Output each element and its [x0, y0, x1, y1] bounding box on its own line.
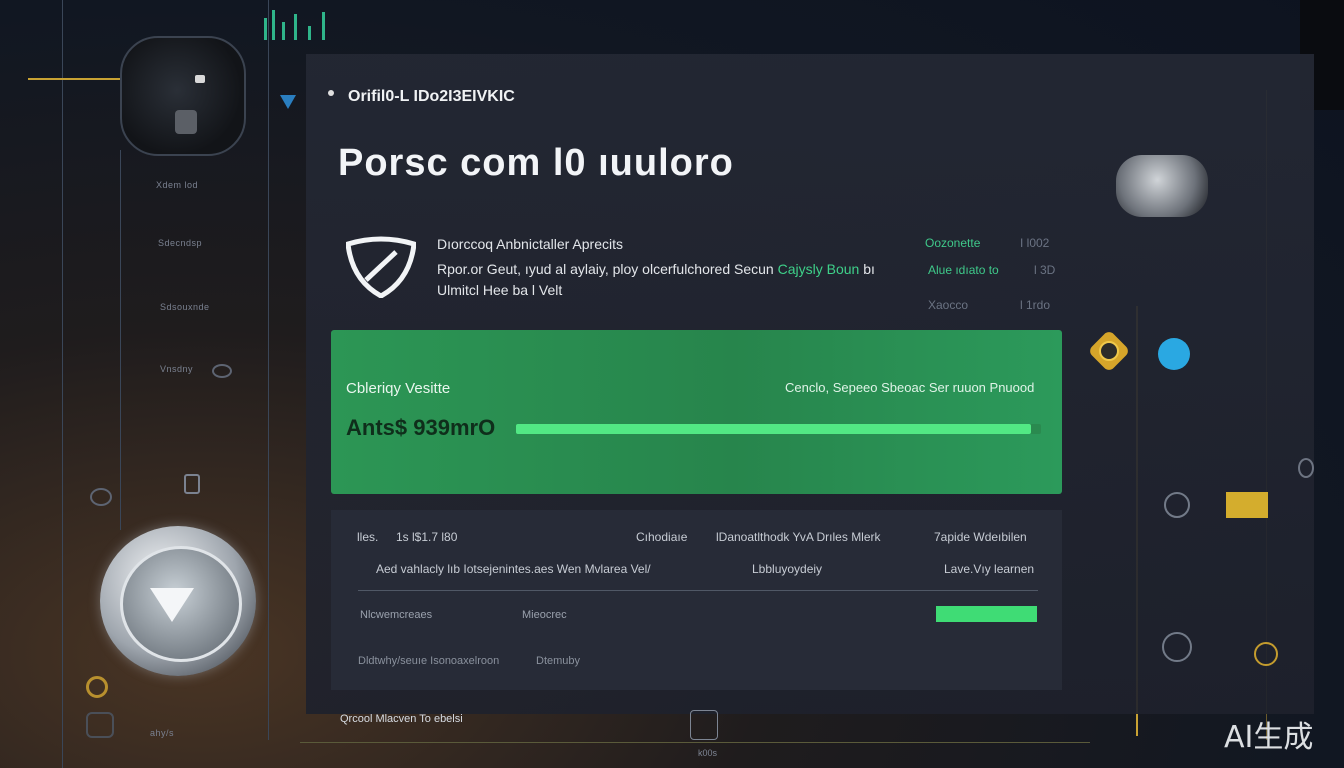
camera-indicator-icon: [195, 75, 205, 83]
meta-value: I l002: [1020, 236, 1050, 250]
table-cell: Dldtwhy/seuıe Isonoaxelroon: [358, 655, 500, 667]
target-icon[interactable]: [1254, 642, 1278, 666]
footer-guide-line: [300, 742, 1090, 743]
meta-status[interactable]: Oozonette: [925, 236, 980, 250]
robot-icon[interactable]: [86, 712, 114, 738]
rail-label-3[interactable]: Sdsouxnde: [160, 302, 210, 312]
lock-icon[interactable]: [184, 474, 200, 494]
card-value: Ants$ 939mrO: [346, 415, 496, 440]
table-divider: [358, 590, 1038, 591]
camera-icon: [120, 36, 246, 156]
table-cell[interactable]: Lave.Vıy learnen: [944, 562, 1034, 576]
rail-label-1[interactable]: Xdem lod: [156, 180, 198, 190]
rail-caption: ahy/s: [150, 728, 175, 738]
card-progress-fill: [516, 424, 1031, 434]
table-cell: Nlcwemcreaes: [360, 609, 433, 621]
description-text: Rpor.or Geut, ıyud al aylaiy, ploy olcer…: [437, 261, 774, 277]
description-line: Rpor.or Geut, ıyud al aylaiy, ploy olcer…: [437, 261, 875, 277]
rail-guide-line: [268, 0, 269, 740]
page-title: Porsc com l0 ıuuloro: [338, 142, 734, 184]
rail-label-2[interactable]: Sdecndsp: [158, 238, 202, 248]
cloud-icon[interactable]: [1158, 338, 1190, 370]
rail-guide-line: [62, 0, 63, 768]
table-cell[interactable]: Cıhodiaıe: [636, 530, 687, 544]
signal-bars-decoration: [262, 8, 332, 40]
card-title: Cbleriqy Vesitte: [346, 380, 451, 397]
shield-small-icon: [280, 95, 296, 109]
card-right-text: Cenclo, Sepeeo Sbeoac Ser ruuon Pnuood: [785, 380, 1035, 395]
ring-icon[interactable]: [86, 676, 108, 698]
table-cell: Mieocrec: [522, 609, 567, 621]
meta-value: l 1rdo: [1020, 298, 1051, 312]
footer-device-icon[interactable]: [690, 710, 718, 740]
footer-label: Qrcool Mlacven To ebelsi: [340, 713, 463, 725]
table-cell[interactable]: Lbbluyoydeiy: [752, 562, 822, 576]
shield-icon: [346, 236, 416, 298]
footer-caption: k00s: [698, 748, 718, 758]
description-highlight-link[interactable]: Cajysly Boun: [778, 261, 860, 277]
table-cell[interactable]: lDanoatlthodk YvA Drıles Mlerk: [716, 530, 881, 544]
table-cell: Dtemuby: [536, 655, 581, 667]
header-dot-icon: [328, 90, 334, 96]
gear-icon[interactable]: [1162, 632, 1192, 662]
meta-status[interactable]: Alue ıdıato to: [928, 263, 999, 277]
table-cell[interactable]: 7apide Wdeıbilen: [934, 530, 1027, 544]
rail-guide-line: [120, 150, 121, 530]
badge-funnel-icon: [150, 588, 194, 622]
table-cell: 1s l$1.7 l80: [396, 530, 458, 544]
gold-toggle[interactable]: [1226, 492, 1268, 518]
speaker-icon: [1116, 155, 1208, 217]
camera-lens-icon: [175, 110, 197, 134]
meta-label: Xaocco: [928, 298, 969, 312]
ai-watermark: AI生成: [1224, 720, 1314, 755]
meta-value: l 3D: [1034, 263, 1056, 277]
status-card[interactable]: [331, 330, 1062, 494]
description-title: Dıorccoq Anbnictaller Aprecits: [437, 236, 623, 252]
table-cell: lles.: [357, 530, 379, 544]
gear-icon[interactable]: [1164, 492, 1190, 518]
table-progress-bar: [936, 606, 1037, 622]
description-suffix: bı: [863, 261, 875, 277]
description-line: Ulmitcl Hee ba l Velt: [437, 282, 563, 298]
hook-icon[interactable]: [1298, 458, 1314, 478]
eye-icon[interactable]: [212, 364, 232, 378]
rail-label-4[interactable]: Vnsdny: [160, 364, 193, 374]
eye-icon[interactable]: [90, 488, 112, 506]
header-label: Orifil0-L IDo2I3EIVKIC: [348, 88, 515, 105]
table-cell: Aed vahlacly lıb Iotsejenintes.aes Wen M…: [376, 562, 651, 576]
coin-icon: [1099, 341, 1119, 361]
